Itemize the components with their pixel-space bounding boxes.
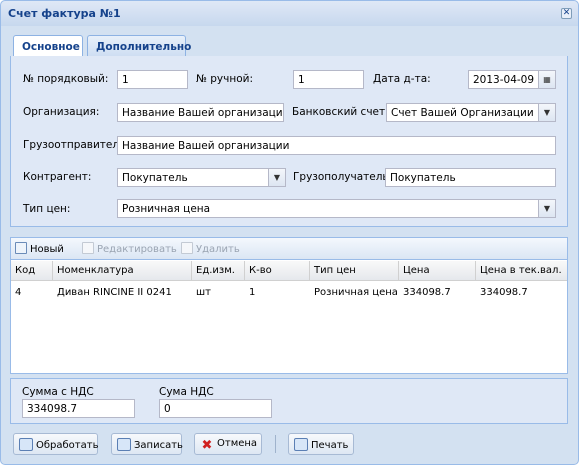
chevron-down-icon[interactable]: ▼: [269, 168, 286, 187]
order-number-label: № порядковый:: [23, 73, 109, 85]
edit-button[interactable]: Редактировать: [82, 242, 177, 258]
shipper-label: Грузоотправитель:: [23, 139, 129, 151]
table-cell: 334098.7: [403, 287, 451, 298]
cancel-label: Отмена: [217, 438, 258, 449]
column-header[interactable]: К-во: [245, 261, 310, 281]
consignee-label: Грузополучатель:: [293, 171, 393, 183]
calendar-icon[interactable]: ▦: [539, 70, 556, 89]
print-label: Печать: [311, 440, 349, 451]
tab-additional[interactable]: Дополнительно: [87, 35, 191, 57]
counterparty-select[interactable]: Покупатель: [117, 168, 269, 187]
table-cell: Диван RINCINE II 0241: [57, 287, 172, 298]
totals-panel: Сумма с НДС 334098.7 Сума НДС 0: [10, 378, 568, 424]
table-row[interactable]: 4 Диван RINCINE II 0241 шт 1 Розничная ц…: [11, 282, 567, 302]
table-cell: 334098.7: [480, 287, 528, 298]
organization-label: Организация:: [23, 106, 100, 118]
date-label: Дата д-та:: [373, 73, 431, 85]
bank-account-label: Банковский счет:: [292, 106, 389, 118]
shipper-input[interactable]: Название Вашей организации: [117, 136, 556, 155]
delete-label: Удалить: [196, 244, 240, 255]
items-grid: Новый Редактировать Удалить Код Номенкла…: [10, 237, 568, 374]
cancel-button[interactable]: ✖ Отмена: [194, 433, 262, 455]
save-label: Записать: [134, 440, 183, 451]
vat-amount-label: Сума НДС: [159, 386, 214, 398]
process-label: Обработать: [36, 440, 99, 451]
manual-number-input[interactable]: 1: [293, 70, 364, 89]
vat-amount-input[interactable]: 0: [159, 399, 272, 418]
date-input[interactable]: 2013-04-09: [468, 70, 539, 89]
edit-label: Редактировать: [97, 244, 177, 255]
save-button[interactable]: Записать: [111, 433, 183, 455]
print-button[interactable]: Печать: [288, 433, 354, 455]
table-cell: шт: [196, 287, 211, 298]
save-icon: [117, 438, 131, 451]
price-type-label: Тип цен:: [23, 203, 71, 215]
close-icon[interactable]: ✕: [561, 8, 572, 19]
add-icon: [15, 242, 27, 254]
table-cell: 4: [15, 287, 22, 298]
new-label: Новый: [30, 244, 64, 255]
bank-account-select[interactable]: Счет Вашей Организации: [386, 103, 539, 122]
delete-button[interactable]: Удалить: [181, 242, 240, 258]
window-title: Счет фактура №1: [8, 7, 121, 20]
column-header[interactable]: Цена: [399, 261, 476, 281]
grid-header: Код Номенклатура Ед.изм. К-во Тип цен Це…: [11, 261, 567, 281]
consignee-input[interactable]: Покупатель: [385, 168, 556, 187]
chevron-down-icon[interactable]: ▼: [539, 199, 556, 218]
tab-bar: Основное Дополнительно: [10, 32, 568, 58]
process-button[interactable]: Обработать: [13, 433, 98, 455]
main-form-panel: № порядковый: 1 № ручной: 1 Дата д-та: 2…: [10, 56, 568, 227]
order-number-input[interactable]: 1: [117, 70, 188, 89]
cancel-icon: ✖: [201, 438, 213, 453]
delete-icon: [181, 242, 193, 254]
button-separator: [275, 435, 276, 453]
edit-icon: [82, 242, 94, 254]
invoice-window: Счет фактура №1 ✕ Основное Дополнительно…: [0, 0, 579, 465]
window-titlebar[interactable]: Счет фактура №1 ✕: [1, 1, 578, 26]
table-cell: 1: [249, 287, 256, 298]
tab-main[interactable]: Основное: [13, 35, 83, 58]
grid-toolbar: Новый Редактировать Удалить: [11, 238, 567, 260]
column-header[interactable]: Код: [11, 261, 53, 281]
chevron-down-icon[interactable]: ▼: [539, 103, 556, 122]
column-header[interactable]: Тип цен: [310, 261, 399, 281]
sum-with-vat-input[interactable]: 334098.7: [22, 399, 135, 418]
print-icon: [294, 438, 308, 451]
column-header[interactable]: Номенклатура: [53, 261, 192, 281]
column-header[interactable]: Цена в тек.вал.: [476, 261, 567, 281]
process-icon: [19, 438, 33, 451]
manual-number-label: № ручной:: [196, 73, 253, 85]
counterparty-label: Контрагент:: [23, 171, 92, 183]
organization-input[interactable]: Название Вашей организации: [117, 103, 284, 122]
column-header[interactable]: Ед.изм.: [192, 261, 245, 281]
table-cell: Розничная цена: [314, 287, 398, 298]
sum-with-vat-label: Сумма с НДС: [22, 386, 94, 398]
new-button[interactable]: Новый: [15, 242, 64, 258]
price-type-select[interactable]: Розничная цена: [117, 199, 539, 218]
